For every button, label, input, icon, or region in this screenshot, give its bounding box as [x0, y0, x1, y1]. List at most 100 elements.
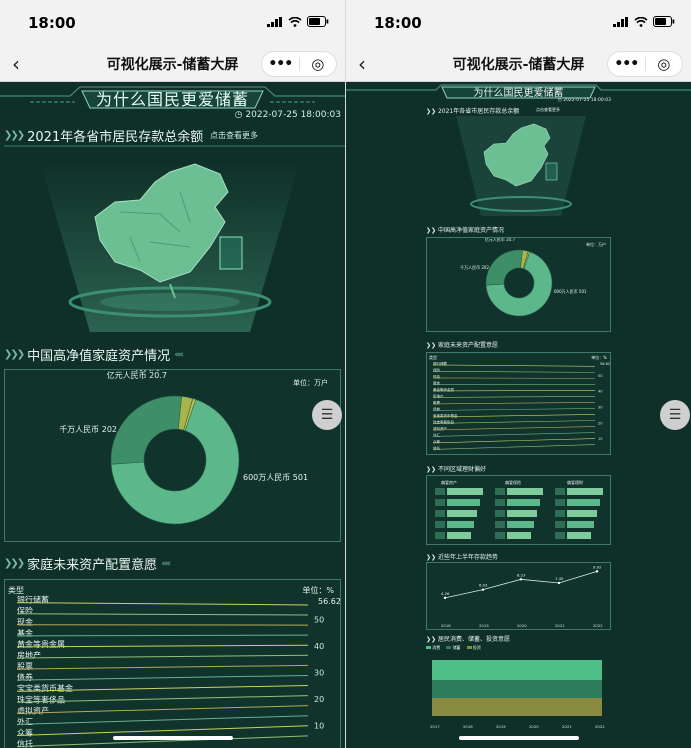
assets-chart-panel: 单位：万户 600万人民币 501千万人民币 202亿元人民币 20.73000… — [4, 369, 341, 542]
y-tick: 50 — [598, 374, 602, 378]
section-title-map: ❯❯ 2021年各省市居民存款总余额 — [426, 108, 520, 115]
donut-label: 亿元人民币 20.7 — [485, 238, 516, 242]
trend-point — [519, 578, 523, 581]
category-label: 珠宝等奢侈品 — [17, 694, 65, 704]
nav-bar: ‹ 可视化展示-储蓄大屏 ••• ◎ — [346, 46, 691, 82]
page-title: 为什么国民更爱储蓄 — [95, 90, 249, 109]
trend-value: 9.92 — [593, 564, 602, 569]
slope-line — [432, 402, 596, 405]
close-circle-icon[interactable]: ◎ — [645, 55, 682, 73]
top-value-label: 56.62 — [600, 362, 610, 366]
category-label: 基金 — [17, 628, 33, 638]
datetime-label: ◷ 2022-07-25 18:00:03 — [557, 98, 611, 103]
status-time: 18:00 — [28, 14, 76, 32]
signal-icon — [267, 16, 282, 27]
nav-bar: ‹ 可视化展示-储蓄大屏 ••• ◎ — [0, 46, 345, 82]
region-bar — [567, 499, 600, 506]
region-cell — [435, 510, 445, 517]
slope-line — [16, 725, 309, 736]
trend-x-label: 2018 — [441, 623, 451, 628]
section-title-future: ❯❯ 家庭未来资产配置意愿 — [426, 342, 498, 349]
battery-icon — [653, 16, 675, 27]
region-cell — [495, 510, 505, 517]
category-label: 债券 — [17, 672, 33, 682]
region-cell — [435, 521, 445, 528]
trend-x-label: 2021 — [555, 623, 565, 628]
region-cell — [555, 510, 565, 517]
area-invest — [432, 698, 602, 716]
trend-x-label: 2020 — [517, 623, 527, 628]
consume-area-chart: 2017 2018 2019 2020 2021 2022 — [430, 660, 605, 729]
region-bar — [447, 488, 483, 495]
region-table-panel: 偏爱房产 偏爱保险 偏爱理财 — [426, 475, 611, 545]
donut-label: 千万人民币 202 — [460, 264, 489, 270]
datetime-label: ◷ 2022-07-25 18:00:03 — [234, 110, 341, 120]
donut-slice — [110, 395, 183, 465]
region-cell — [555, 532, 565, 539]
china-map[interactable] — [20, 152, 320, 332]
category-label: 外汇 — [17, 716, 33, 726]
home-indicator — [112, 736, 233, 740]
section-title-region: ❯❯ 不同区域理财偏好 — [426, 466, 486, 473]
assets-donut: 600万人民币 501千万人民币 202亿元人民币 20.73000万美元 5.… — [460, 238, 587, 317]
slope-line — [432, 438, 596, 444]
slope-line — [16, 634, 309, 637]
future-slope-chart: 银行储蓄保险现金基金黄金等贵金属房地产股票债券宝宝类货币基金珠宝等奢侈品虚拟资产… — [432, 361, 610, 450]
category-label: 宝宝类货币基金 — [433, 413, 458, 418]
close-circle-icon[interactable]: ◎ — [299, 55, 336, 73]
assets-chart-panel: 单位：万户 600万人民币 501千万人民币 202亿元人民币 20.73000… — [426, 237, 611, 332]
trend-value: 8.23 — [517, 572, 526, 577]
menu-fab-icon[interactable]: ☰ — [312, 400, 342, 430]
dashboard: 为什么国民更爱储蓄 ◷ 2022-07-25 18:00:03 ❯❯❯ 2021年… — [0, 82, 345, 748]
top-value-label: 56.62 — [318, 597, 341, 606]
y-tick: 30 — [314, 669, 324, 678]
more-icon[interactable]: ••• — [262, 56, 299, 72]
section-title-future: ❯❯❯ 家庭未来资产配置意愿 ‹‹‹‹‹ — [4, 558, 171, 573]
more-icon[interactable]: ••• — [608, 56, 645, 72]
region-cell — [555, 521, 565, 528]
future-chart-panel: 类型 单位：% 银行储蓄 保险 现金 基金 黄金等贵金属 房地产 股票 债券 宝宝类货币基金 珠宝… — [4, 579, 341, 748]
category-label: 黄金等贵金属 — [17, 639, 65, 649]
category-label: 股票 — [17, 662, 33, 671]
slope-line — [432, 426, 596, 431]
trend-line-chart: 4.28 2018 6.03 2019 8.23 2020 7.45 2021 9.92 2022 — [441, 564, 603, 628]
region-cell — [495, 532, 505, 539]
slope-line — [432, 408, 596, 411]
slope-line — [432, 364, 596, 367]
y-tick: 10 — [598, 437, 602, 441]
status-bar: 18:00 — [346, 0, 691, 46]
china-map[interactable] — [446, 116, 596, 216]
region-cell — [435, 499, 445, 506]
phone-screen-left: 18:00 ‹ 可视化展示-储蓄大屏 ••• ◎ 为什么国民更爱储蓄 ◷ 202… — [0, 0, 345, 748]
mini-program-capsule: ••• ◎ — [607, 51, 683, 77]
region-bar — [507, 510, 537, 517]
region-bar — [567, 510, 597, 517]
slope-line — [16, 664, 309, 670]
view-more-link[interactable]: 点击查看更多 — [536, 107, 560, 113]
menu-fab-icon[interactable]: ☰ — [660, 400, 690, 430]
region-bar — [567, 521, 594, 528]
trend-chart-panel: 4.28 2018 6.03 2019 8.23 2020 7.45 2021 9.92 2022 — [426, 562, 611, 630]
slope-line — [16, 705, 309, 714]
future-chart-panel: 类型 单位：% 银行储蓄 保险 现金 基金 黄金等贵金属 房地产 股票 债券 宝宝类货币基金 珠宝… — [426, 352, 611, 455]
region-cell — [495, 499, 505, 506]
trend-value: 4.28 — [441, 591, 450, 596]
region-bar — [567, 532, 591, 539]
battery-icon — [307, 16, 329, 27]
trend-point — [557, 581, 561, 585]
section-title-assets: ❯❯ 中国高净值家庭资产情况 — [426, 227, 504, 234]
slope-line — [16, 654, 309, 659]
status-bar: 18:00 — [0, 0, 345, 46]
donut-label: 3000万美元 5.4 — [115, 370, 175, 372]
dashboard-zoomed-out: 为什么国民更爱储蓄 ◷ 2022-07-25 18:00:03 ❯❯ 2021年… — [346, 82, 691, 748]
slope-line — [432, 444, 596, 450]
region-bar — [447, 510, 477, 517]
region-bar — [507, 488, 543, 495]
category-label: 虚拟资产 — [17, 705, 49, 715]
trend-x-label: 2022 — [593, 623, 603, 628]
section-title-assets: ❯❯❯ 中国高净值家庭资产情况 ‹‹‹‹‹ — [4, 349, 184, 364]
area-x-label: 2022 — [595, 724, 605, 729]
y-tick: 20 — [314, 695, 324, 704]
trend-point — [595, 570, 599, 573]
home-indicator — [458, 736, 579, 740]
